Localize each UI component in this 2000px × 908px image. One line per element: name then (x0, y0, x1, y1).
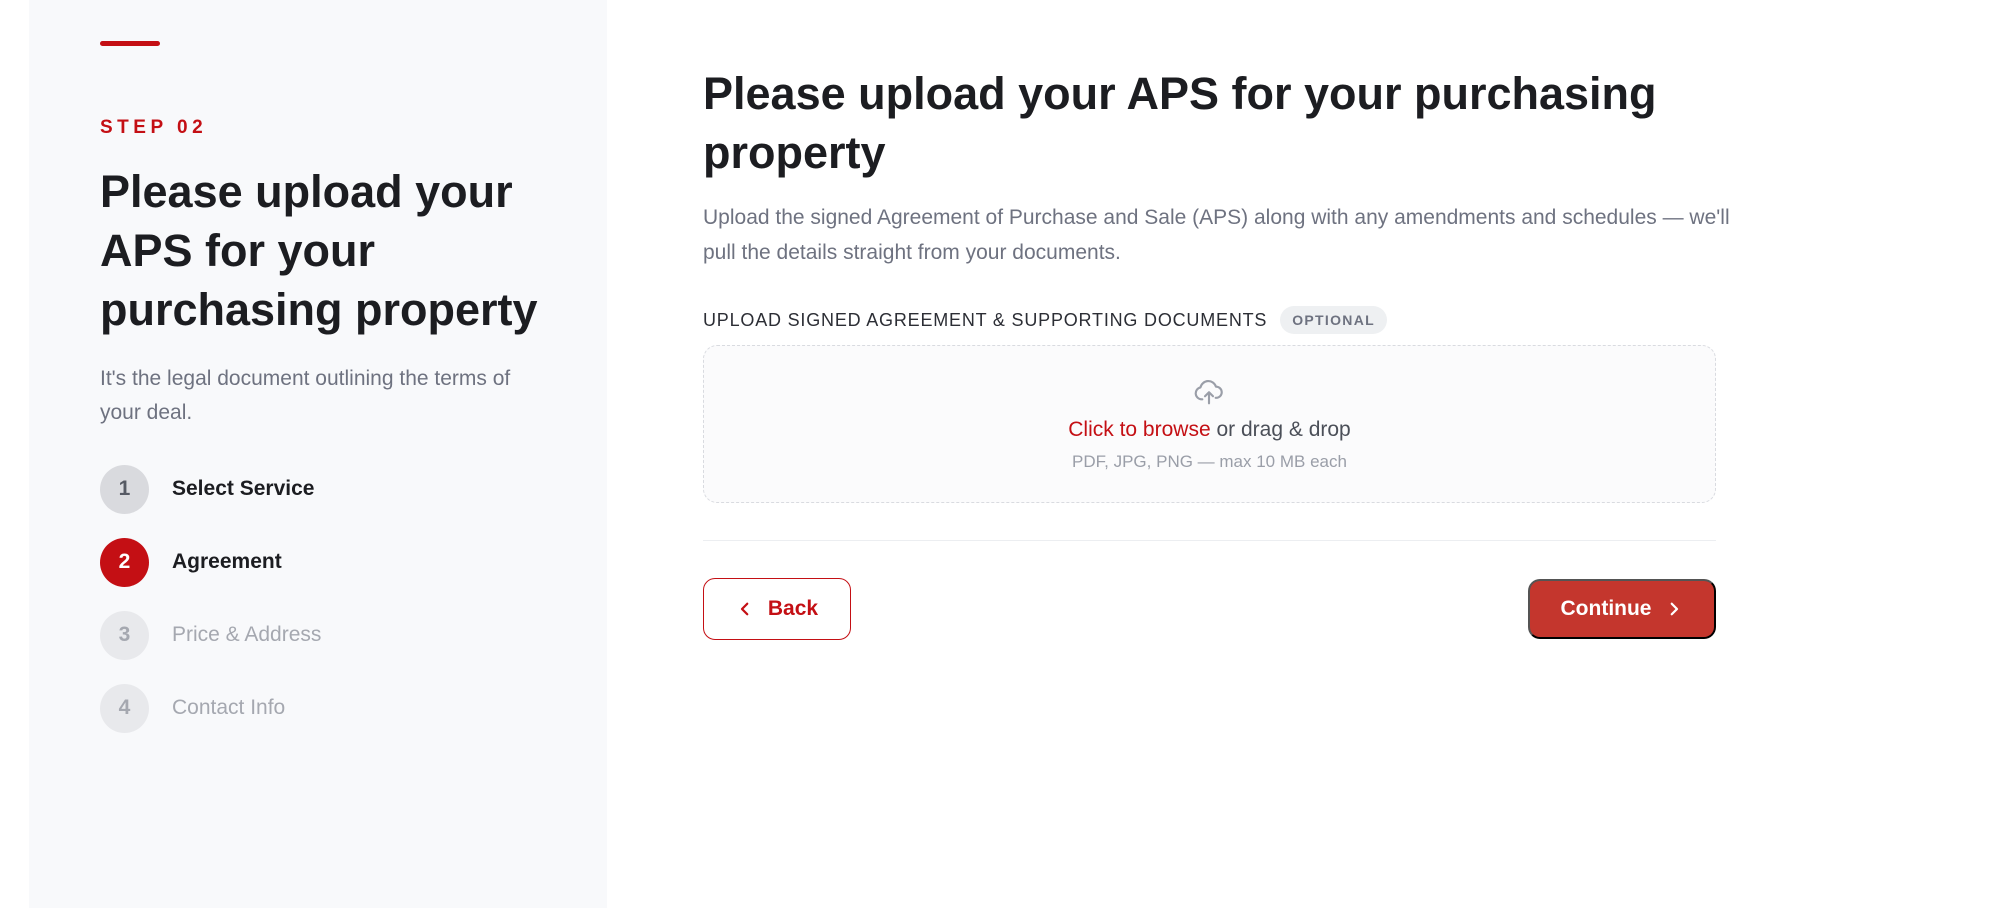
continue-button[interactable]: Continue (1528, 579, 1716, 639)
step-label: Agreement (172, 550, 282, 573)
continue-button-label: Continue (1560, 597, 1652, 620)
step-number: 3 (100, 610, 149, 660)
upload-label: UPLOAD SIGNED AGREEMENT & SUPPORTING DOC… (703, 309, 1268, 330)
step-item-contact-info: 4 Contact Info (100, 683, 285, 733)
dropzone-text: Click to browse or drag & drop (704, 418, 1715, 442)
page-title: Please upload your APS for your purchasi… (703, 68, 1657, 178)
chevron-left-icon (740, 602, 749, 616)
step-item-agreement[interactable]: 2 Agreement (100, 537, 282, 587)
file-type-hint: PDF, JPG, PNG — max 10 MB each (1072, 452, 1347, 471)
upload-label-row: UPLOAD SIGNED AGREEMENT & SUPPORTING DOC… (703, 305, 1387, 335)
cloud-upload-icon (1194, 380, 1223, 405)
back-button[interactable]: Back (703, 578, 851, 640)
file-dropzone[interactable]: Click to browse or drag & drop PDF, JPG,… (703, 345, 1716, 503)
sidebar-title: Please upload your APS for your purchasi… (100, 166, 538, 335)
step-item-select-service[interactable]: 1 Select Service (100, 464, 314, 514)
page-description: Upload the signed Agreement of Purchase … (703, 206, 1730, 264)
sidebar: STEP 02 Please upload your APS for your … (29, 0, 607, 908)
drag-drop-text: or drag & drop (1210, 418, 1351, 441)
divider (703, 540, 1716, 541)
accent-bar (100, 41, 160, 46)
step-label: STEP 02 (100, 117, 208, 138)
step-label: Contact Info (172, 696, 286, 719)
chevron-right-icon (1671, 602, 1679, 616)
page: STEP 02 Please upload your APS for your … (0, 0, 2000, 908)
step-label: Select Service (172, 477, 315, 500)
step-number: 1 (100, 464, 149, 514)
back-button-label: Back (767, 597, 819, 620)
step-item-price-address: 3 Price & Address (100, 610, 321, 660)
sidebar-description: It's the legal document outlining the te… (100, 367, 511, 424)
step-number: 2 (100, 537, 149, 587)
optional-badge: OPTIONAL (1280, 306, 1387, 334)
step-number: 4 (100, 683, 149, 733)
step-label: Price & Address (172, 623, 322, 646)
browse-link[interactable]: Click to browse (1068, 418, 1210, 441)
